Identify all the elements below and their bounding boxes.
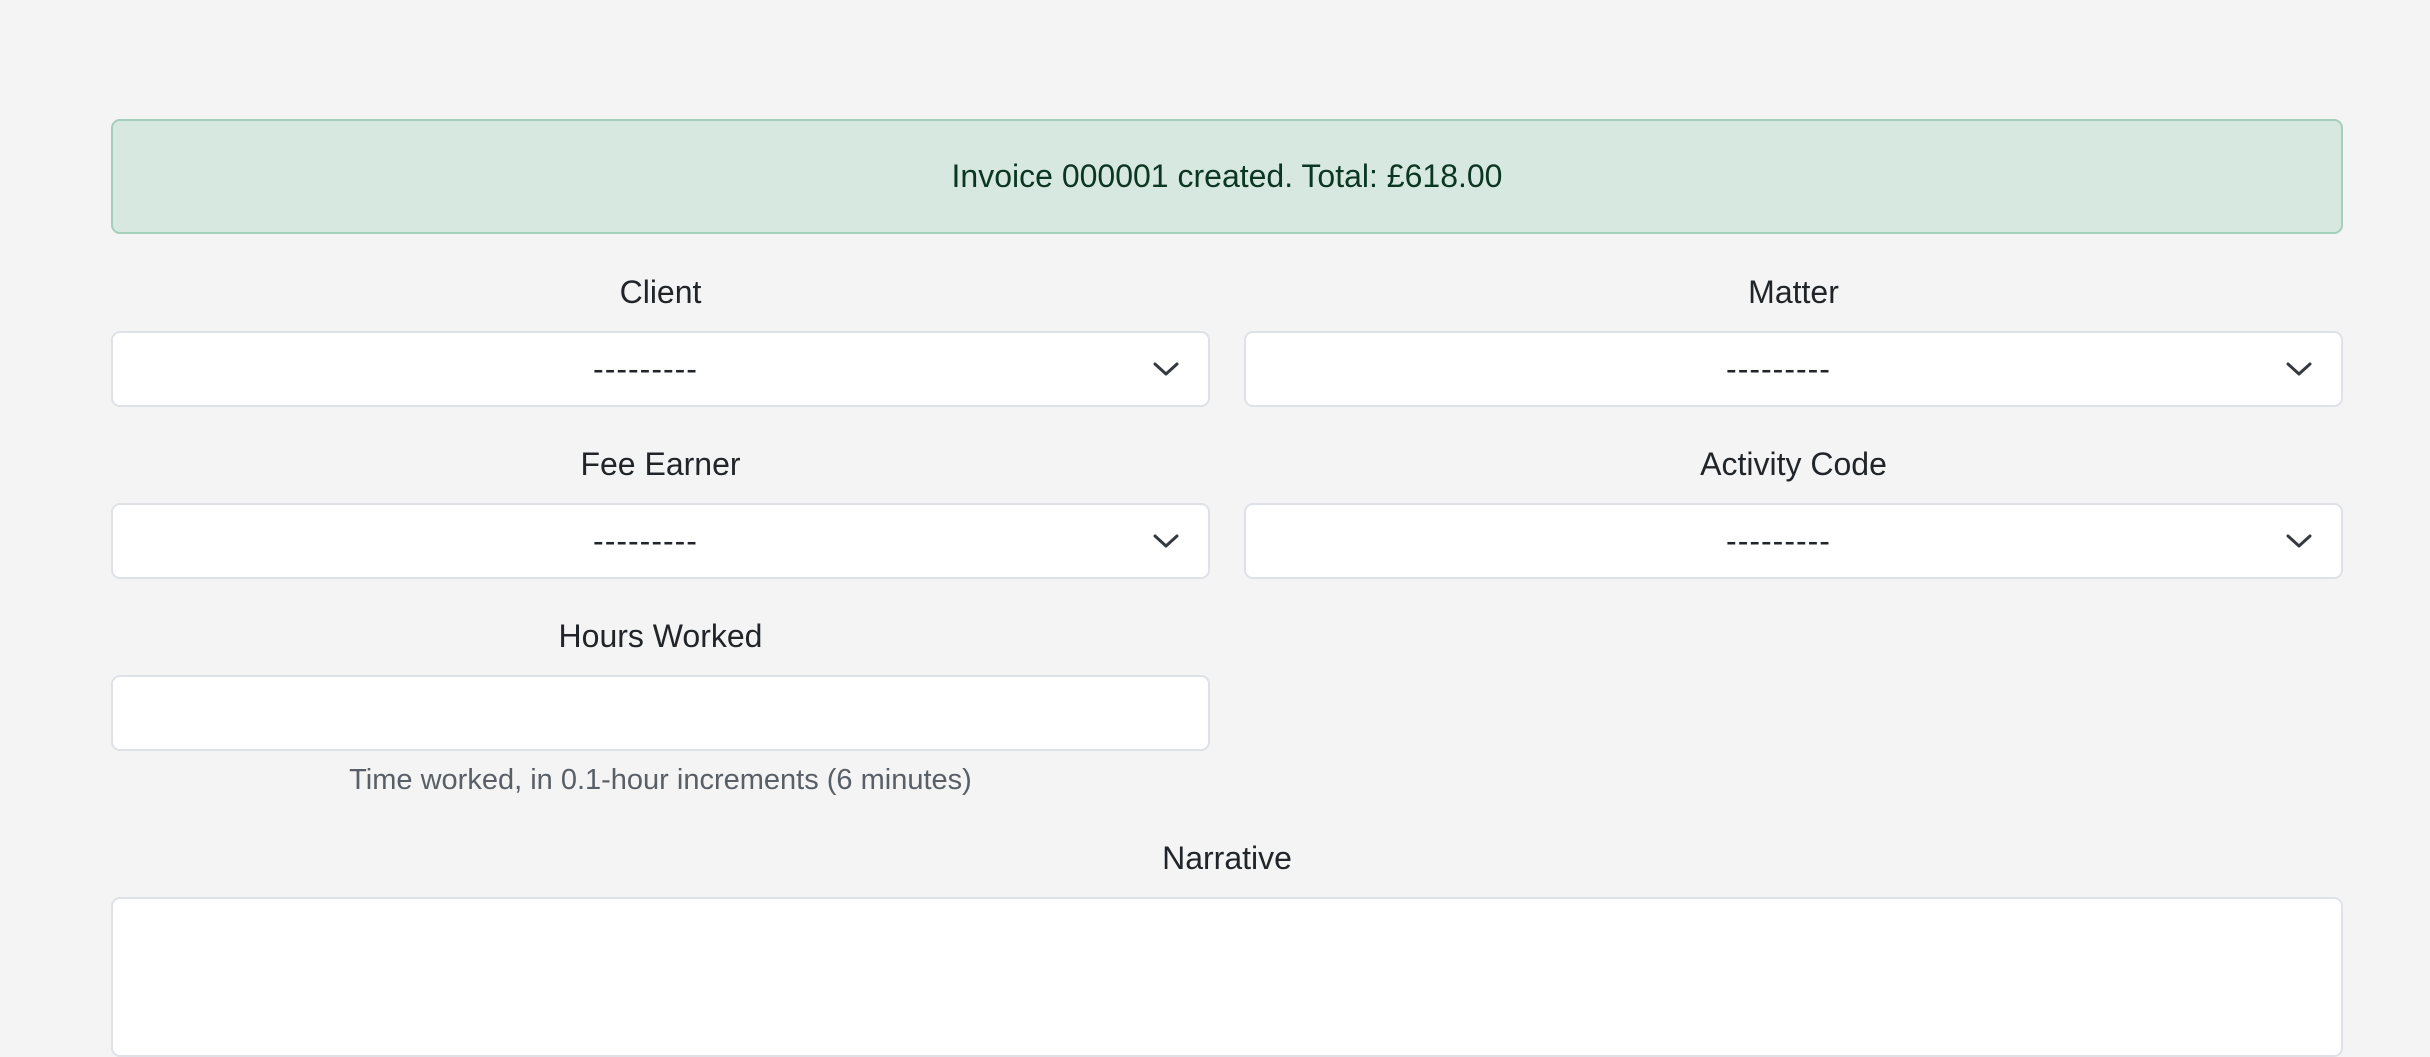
matter-selected-value: --------- bbox=[1726, 350, 1831, 387]
fee-earner-select[interactable]: --------- bbox=[111, 503, 1210, 579]
client-selected-value: --------- bbox=[593, 350, 698, 387]
activity-code-select[interactable]: --------- bbox=[1244, 503, 2343, 579]
hours-worked-help-text: Time worked, in 0.1-hour increments (6 m… bbox=[349, 764, 972, 796]
narrative-textarea[interactable] bbox=[111, 897, 2343, 1057]
alert-message: Invoice 000001 created. Total: £618.00 bbox=[951, 158, 1503, 194]
fee-earner-label: Fee Earner bbox=[580, 446, 741, 482]
matter-label: Matter bbox=[1748, 274, 1839, 310]
chevron-down-icon bbox=[2286, 534, 2312, 548]
client-label: Client bbox=[619, 274, 702, 310]
hours-worked-input[interactable] bbox=[111, 675, 1210, 751]
success-alert: Invoice 000001 created. Total: £618.00 bbox=[111, 119, 2343, 234]
activity-code-label: Activity Code bbox=[1700, 446, 1887, 482]
chevron-down-icon bbox=[1153, 534, 1179, 548]
fee-earner-selected-value: --------- bbox=[593, 522, 698, 559]
client-select[interactable]: --------- bbox=[111, 331, 1210, 407]
activity-code-selected-value: --------- bbox=[1726, 522, 1831, 559]
narrative-label: Narrative bbox=[1162, 840, 1292, 876]
matter-select[interactable]: --------- bbox=[1244, 331, 2343, 407]
hours-worked-label: Hours Worked bbox=[558, 618, 763, 654]
chevron-down-icon bbox=[2286, 362, 2312, 376]
chevron-down-icon bbox=[1153, 362, 1179, 376]
